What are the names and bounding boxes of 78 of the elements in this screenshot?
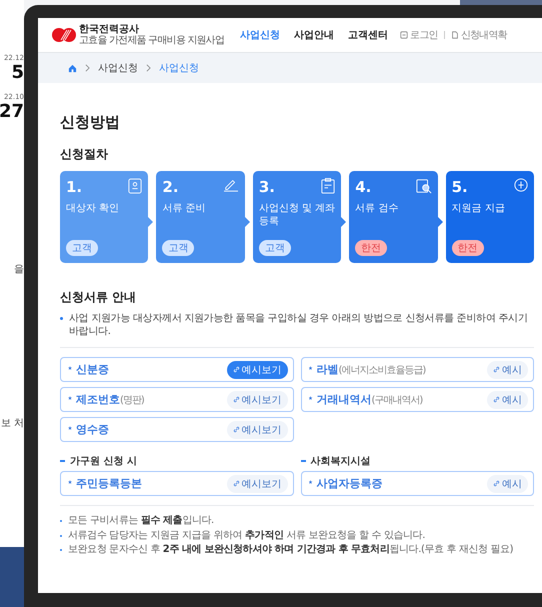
step-number: 1. <box>66 178 82 196</box>
example-button[interactable]: 예시보기 <box>226 474 288 492</box>
required-mark-icon <box>308 480 312 484</box>
example-button[interactable]: 예시보기 <box>226 390 288 408</box>
example-button[interactable]: 예시 <box>487 474 528 492</box>
document-label: 신분증 <box>76 362 109 377</box>
home-icon[interactable] <box>68 64 77 72</box>
actor-tag: 고객 <box>66 240 98 256</box>
document-label: 라벨(에너지소비효율등급) <box>316 362 426 377</box>
document-label: 영수증 <box>76 422 109 437</box>
nav-link[interactable]: 사업신청 <box>240 28 280 42</box>
background-page-text: 5 <box>11 62 24 83</box>
logo-title: 한국전력공사 <box>79 24 140 35</box>
dash-icon <box>300 460 306 462</box>
nav-link[interactable]: 고객센터 <box>348 28 388 42</box>
intro-text: 사업 지원가능 대상자께서 지원가능한 품목을 구입하실 경우 아래의 방법으로 신청서류를 준비하여 주시기 바랍니다. <box>69 312 528 338</box>
pencil-icon <box>222 178 239 192</box>
document-label: 사업자등록증 <box>316 476 382 491</box>
document-label: 거래내역서(구매내역서) <box>316 392 422 407</box>
document-icon <box>450 31 459 39</box>
background-page-text: 을 <box>14 263 24 276</box>
section-title: 신청서류 안내 <box>60 289 138 306</box>
link-icon <box>493 480 500 487</box>
example-button[interactable]: 예시 <box>487 390 528 408</box>
actor-tag: 고객 <box>258 240 291 256</box>
section-title: 신청절차 <box>60 146 109 163</box>
link-icon <box>493 366 500 373</box>
step-number: 3. <box>258 178 275 196</box>
link-icon <box>493 396 500 403</box>
note-text: 모든 구비서류는 필수 제출입니다. <box>68 515 214 528</box>
login-icon <box>400 31 408 39</box>
required-mark-icon <box>68 396 72 400</box>
link-icon <box>232 426 240 433</box>
step-number: 2. <box>162 178 179 196</box>
example-button[interactable]: 예시보기 <box>226 360 288 378</box>
actor-tag: 한전 <box>355 240 388 256</box>
nav-link[interactable]: 사업안내 <box>294 28 334 42</box>
background-page-text: 27 <box>0 101 24 122</box>
link-icon <box>232 396 240 403</box>
required-mark-icon <box>308 366 312 370</box>
step-title: 사업신청 및 계좌등록 <box>258 202 336 228</box>
required-mark-icon <box>68 480 72 484</box>
id-card-icon <box>128 178 142 194</box>
chevron-icon <box>146 64 151 72</box>
link-icon <box>232 480 240 487</box>
logo-subtitle: 고효율 가전제품 구매비용 지원사업 <box>79 35 224 46</box>
utility-link[interactable]: 로그인 <box>410 28 438 42</box>
note-text: 서류검수 담당자는 지원금 지급을 위하여 추가적인 서류 보완요청을 할 수 있습니다. <box>68 530 425 542</box>
example-button[interactable]: 예시 <box>487 360 528 378</box>
clipboard-icon <box>321 178 336 194</box>
step-title: 서류 검수 <box>355 202 400 215</box>
page-title: 신청방법 <box>60 113 121 132</box>
step-number: 4. <box>355 178 372 196</box>
step-number: 5. <box>452 178 468 196</box>
logo-icon <box>52 28 76 42</box>
required-mark-icon <box>68 426 72 430</box>
magnifier-clipboard-icon <box>416 178 432 194</box>
step-title: 지원금 지급 <box>452 202 506 215</box>
utility-link[interactable]: 신청내역확 <box>460 28 507 42</box>
link-icon <box>232 366 240 373</box>
document-label: 제조번호(명판) <box>76 392 144 407</box>
required-mark-icon <box>68 366 72 370</box>
bullet-icon <box>60 317 63 320</box>
step-title: 대상자 확인 <box>66 202 120 215</box>
background-page-text: 보 처 <box>0 417 24 430</box>
document-label: 주민등록등본 <box>76 476 142 491</box>
dash-icon <box>60 460 65 462</box>
step-title: 서류 준비 <box>162 202 207 215</box>
actor-tag: 고객 <box>162 240 194 256</box>
group-title: 가구원 신청 시 <box>70 455 137 468</box>
breadcrumb-link[interactable]: 사업신청 <box>98 61 138 75</box>
chevron-icon <box>85 64 90 72</box>
breadcrumb-link[interactable]: 사업신청 <box>159 61 199 75</box>
actor-tag: 한전 <box>452 240 484 256</box>
group-title: 사회복지시설 <box>310 455 370 468</box>
required-mark-icon <box>308 396 312 400</box>
example-button[interactable]: 예시보기 <box>226 420 288 438</box>
note-text: 보완요청 문자수신 후 2주 내에 보완신청하셔야 하며 기간경과 후 무효처리됩니다.(무효 후 재신청 필요) <box>68 544 514 556</box>
